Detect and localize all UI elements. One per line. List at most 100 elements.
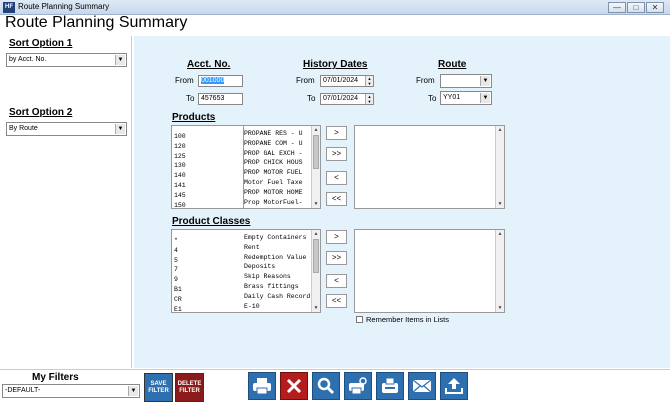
acct-to-input[interactable]: 457653 [198, 93, 243, 105]
sort-option-2-value: By Route [9, 125, 38, 132]
history-from-date[interactable]: 07/01/2024 ▲ ▼ [320, 75, 374, 87]
my-filters-select[interactable]: -DEFAULT- ▼ [2, 384, 140, 398]
remove-product-button[interactable]: < [326, 171, 347, 185]
restore-icon[interactable]: □ [627, 2, 645, 13]
route-heading: Route [438, 59, 467, 70]
print-icon[interactable] [248, 372, 276, 400]
sort-option-1-select[interactable]: by Acct. No. ▼ [6, 53, 127, 67]
minimize-icon[interactable]: — [608, 2, 626, 13]
list-item[interactable]: 7 Deposits [174, 262, 310, 273]
list-item-description: PROP CHICK HOUS [244, 159, 303, 167]
close-icon[interactable]: ✕ [646, 2, 664, 13]
list-item[interactable]: 120 PROPANE COM - U [174, 139, 310, 150]
page-title: Route Planning Summary [5, 14, 188, 31]
add-all-products-button[interactable]: >> [326, 147, 347, 161]
scroll-up-icon[interactable]: ▲ [496, 230, 504, 238]
list-item[interactable]: 150 Prop MotorFuel- [174, 198, 310, 209]
history-dates-heading: History Dates [303, 59, 368, 70]
scroll-up-icon[interactable]: ▲ [312, 230, 320, 238]
route-to-label: To [428, 94, 437, 103]
scroll-down-icon[interactable]: ▼ [496, 200, 504, 208]
list-item-description: PROP GAL EXCH - [244, 149, 303, 157]
cancel-icon[interactable] [280, 372, 308, 400]
acct-to-label: To [186, 94, 195, 103]
list-item-description: Redemption Value [244, 253, 307, 261]
sort-option-2-select[interactable]: By Route ▼ [6, 122, 127, 136]
add-product-button[interactable]: > [326, 126, 347, 140]
product-classes-heading: Product Classes [172, 216, 251, 227]
list-item[interactable]: 9 Skip Reasons [174, 272, 310, 283]
list-item[interactable]: 145 PROP MOTOR HOME [174, 188, 310, 199]
list-item-description: Skip Reasons [244, 273, 291, 281]
history-to-label: To [307, 94, 316, 103]
product-classes-list[interactable]: ▲ ▼ * Empty Containers 4 Rent 5 Redemption Va… [171, 229, 321, 313]
list-item-description: PROPANE RES - U [244, 130, 303, 137]
save-filter-button[interactable]: SAVE FILTER [144, 373, 173, 402]
chevron-down-icon: ▼ [115, 124, 125, 134]
date-spinner-icon[interactable]: ▲ ▼ [365, 94, 373, 104]
list-item[interactable]: 4 Rent [174, 243, 310, 254]
list-item-description: E-10 [244, 302, 260, 310]
acct-from-value: 001000 [201, 77, 225, 84]
email-icon[interactable] [408, 372, 436, 400]
add-all-classes-button[interactable]: >> [326, 251, 347, 265]
list-item-code: E1 [174, 305, 182, 313]
list-item[interactable]: 130 PROP CHICK HOUS [174, 158, 310, 169]
scroll-thumb[interactable] [313, 239, 319, 273]
list-item[interactable]: 5 Redemption Value [174, 253, 310, 264]
list-item-description: PROPANE COM - U [244, 139, 303, 147]
sort-option-2-label: Sort Option 2 [9, 107, 73, 118]
route-from-select[interactable]: ▼ [440, 74, 492, 88]
scroll-up-icon[interactable]: ▲ [496, 126, 504, 134]
list-item[interactable]: B1 Brass fittings [174, 282, 310, 293]
history-to-value: 07/01/2024 [323, 95, 359, 102]
remove-all-classes-button[interactable]: << [326, 294, 347, 308]
date-spinner-icon[interactable]: ▲ ▼ [365, 76, 373, 86]
delete-filter-button[interactable]: DELETE FILTER [175, 373, 204, 402]
list-item[interactable]: E1 E-10 [174, 302, 310, 313]
scroll-up-icon[interactable]: ▲ [312, 126, 320, 134]
fax-icon[interactable] [376, 372, 404, 400]
sort-option-1-value: by Acct. No. [9, 56, 47, 63]
add-class-button[interactable]: > [326, 230, 347, 244]
app-logo-icon: HF [3, 2, 15, 13]
history-from-label: From [296, 76, 315, 85]
selected-products-scrollbar[interactable]: ▲ ▼ [495, 126, 504, 208]
list-item[interactable]: CRDaily Cash Recording [174, 292, 310, 303]
export-icon[interactable] [440, 372, 468, 400]
list-item[interactable]: 140 PROP MOTOR FUEL [174, 168, 310, 179]
history-to-date[interactable]: 07/01/2024 ▲ ▼ [320, 93, 374, 105]
list-item[interactable]: 125 PROP GAL EXCH - [174, 149, 310, 160]
acct-from-label: From [175, 76, 194, 85]
scroll-down-icon[interactable]: ▼ [496, 304, 504, 312]
list-item[interactable]: 100 PROPANE RES - U [174, 129, 310, 140]
my-filters-label: My Filters [32, 372, 79, 383]
search-icon[interactable] [312, 372, 340, 400]
product-classes-scrollbar[interactable]: ▲ ▼ [311, 230, 320, 312]
scroll-thumb[interactable] [313, 135, 319, 169]
selected-products-list[interactable]: ▲ ▼ [354, 125, 505, 209]
list-item-code: 150 [174, 201, 186, 209]
remember-items-label: Remember Items in Lists [366, 315, 449, 324]
selected-classes-scrollbar[interactable]: ▲ ▼ [495, 230, 504, 312]
list-item-description: Motor Fuel Taxe [244, 179, 303, 186]
remove-class-button[interactable]: < [326, 274, 347, 288]
list-item-description: PROP MOTOR HOME [244, 188, 303, 196]
products-scrollbar[interactable]: ▲ ▼ [311, 126, 320, 208]
list-item[interactable]: 141 Motor Fuel Taxe [174, 178, 310, 189]
acct-from-input[interactable]: 001000 [198, 75, 243, 87]
scroll-down-icon[interactable]: ▼ [312, 304, 320, 312]
list-item-description: Empty Containers [244, 234, 307, 241]
remember-items-checkbox[interactable] [356, 316, 363, 323]
print-preview-icon[interactable] [344, 372, 372, 400]
chevron-down-icon: ▼ [480, 93, 490, 103]
route-to-select[interactable]: YY01 ▼ [440, 91, 492, 105]
chevron-down-icon: ▼ [480, 76, 490, 86]
list-item[interactable]: * Empty Containers [174, 233, 310, 244]
scroll-down-icon[interactable]: ▼ [312, 200, 320, 208]
selected-classes-list[interactable]: ▲ ▼ [354, 229, 505, 313]
left-pane [0, 36, 132, 368]
products-list[interactable]: ▲ ▼ 100 PROPANE RES - U 120 PROPANE COM - U… [171, 125, 321, 209]
remove-all-products-button[interactable]: << [326, 192, 347, 206]
route-from-label: From [416, 76, 435, 85]
